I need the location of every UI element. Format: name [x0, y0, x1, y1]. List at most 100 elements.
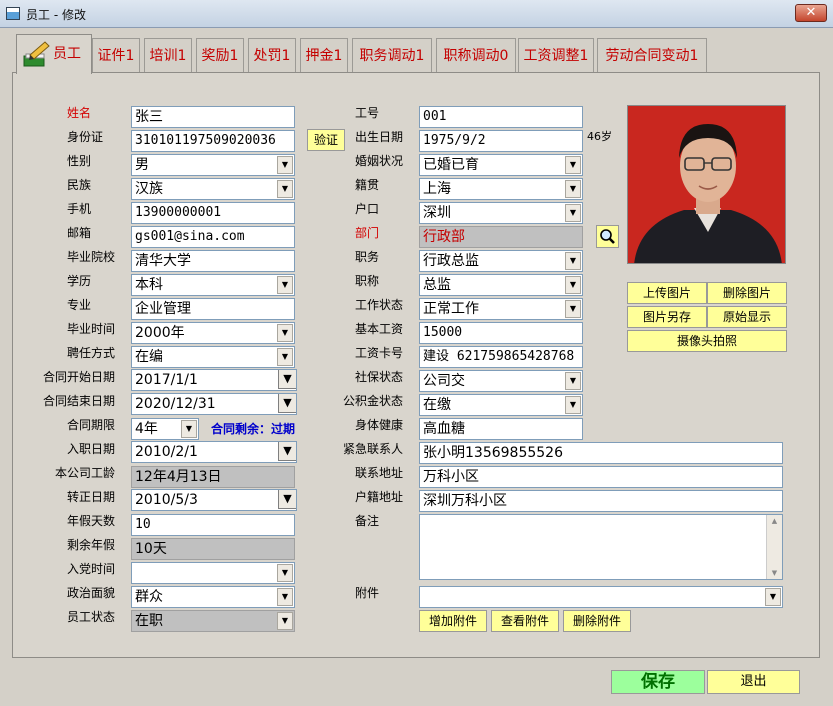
label-birth-date: 出生日期 [355, 130, 404, 144]
department-lookup-button[interactable] [596, 225, 619, 248]
native-place-select[interactable]: 上海 ▼ [419, 178, 583, 200]
hukou-value: 深圳 [423, 205, 451, 221]
regular-date-picker[interactable]: 2010/5/3 ▼ [131, 489, 297, 511]
upload-photo-button[interactable]: 上传图片 [627, 282, 707, 304]
tab-training[interactable]: 培训1 [144, 38, 192, 73]
base-salary-input[interactable]: 15000 [419, 322, 583, 344]
social-security-value: 公司交 [423, 373, 465, 389]
chevron-down-icon[interactable]: ▼ [277, 324, 293, 342]
chevron-down-icon[interactable]: ▼ [278, 442, 296, 461]
chevron-down-icon[interactable]: ▼ [565, 372, 581, 390]
remarks-scrollbar[interactable]: ▲ ▼ [766, 515, 782, 579]
title-select[interactable]: 总监 ▼ [419, 274, 583, 296]
chevron-down-icon[interactable]: ▼ [278, 394, 296, 413]
chevron-down-icon[interactable]: ▼ [278, 490, 296, 509]
tab-salary-adjust[interactable]: 工资调整1 [518, 38, 594, 73]
chevron-down-icon[interactable]: ▼ [277, 588, 293, 606]
contract-start-value: 2017/1/1 [135, 372, 198, 388]
chevron-down-icon[interactable]: ▼ [565, 204, 581, 222]
chevron-down-icon[interactable]: ▼ [277, 180, 293, 198]
employee-portrait-image [628, 106, 785, 263]
housing-fund-select[interactable]: 在缴 ▼ [419, 394, 583, 416]
grad-time-select[interactable]: 2000年 ▼ [131, 322, 295, 344]
mobile-input[interactable]: 13900000001 [131, 202, 295, 224]
regular-date-value: 2010/5/3 [135, 492, 198, 508]
label-contract-term: 合同期限 [67, 418, 116, 432]
work-status-select[interactable]: 正常工作 ▼ [419, 298, 583, 320]
contract-start-date-picker[interactable]: 2017/1/1 ▼ [131, 369, 297, 391]
social-security-select[interactable]: 公司交 ▼ [419, 370, 583, 392]
chevron-down-icon[interactable]: ▼ [181, 420, 197, 438]
camera-capture-button[interactable]: 摄像头拍照 [627, 330, 787, 352]
hukou-select[interactable]: 深圳 ▼ [419, 202, 583, 224]
chevron-down-icon[interactable]: ▼ [278, 370, 296, 389]
verify-button[interactable]: 验证 [307, 129, 345, 151]
chevron-down-icon[interactable]: ▼ [277, 276, 293, 294]
school-input[interactable]: 清华大学 [131, 250, 295, 272]
remaining-leave-readonly: 10天 [131, 538, 295, 560]
tab-employee[interactable]: 员工 [16, 34, 92, 74]
tab-rewards[interactable]: 奖励1 [196, 38, 244, 73]
tab-position-transfer[interactable]: 职务调动1 [352, 38, 432, 73]
exit-button[interactable]: 退出 [707, 670, 800, 694]
chevron-down-icon[interactable]: ▼ [565, 276, 581, 294]
label-title: 职称 [355, 274, 380, 288]
original-display-button[interactable]: 原始显示 [707, 306, 787, 328]
tab-penalties[interactable]: 处罚1 [248, 38, 296, 73]
chevron-down-icon[interactable]: ▼ [277, 612, 293, 630]
hire-mode-select[interactable]: 在编 ▼ [131, 346, 295, 368]
political-select[interactable]: 群众 ▼ [131, 586, 295, 608]
id-card-input[interactable]: 310101197509020036 [131, 130, 295, 152]
position-select[interactable]: 行政总监 ▼ [419, 250, 583, 272]
chevron-down-icon[interactable]: ▼ [765, 588, 781, 606]
name-input[interactable]: 张三 [131, 106, 295, 128]
chevron-down-icon[interactable]: ▼ [565, 396, 581, 414]
address-input[interactable]: 万科小区 [419, 466, 783, 488]
major-input[interactable]: 企业管理 [131, 298, 295, 320]
health-input[interactable]: 高血糖 [419, 418, 583, 440]
save-button[interactable]: 保存 [611, 670, 705, 694]
delete-photo-button[interactable]: 删除图片 [707, 282, 787, 304]
marital-select[interactable]: 已婚已育 ▼ [419, 154, 583, 176]
delete-attachment-button[interactable]: 删除附件 [563, 610, 631, 632]
save-photo-as-button[interactable]: 图片另存 [627, 306, 707, 328]
emp-no-input[interactable]: 001 [419, 106, 583, 128]
tab-contract-change[interactable]: 劳动合同变动1 [597, 38, 707, 73]
add-attachment-button[interactable]: 增加附件 [419, 610, 487, 632]
scroll-up-icon[interactable]: ▲ [767, 515, 782, 527]
attachment-select[interactable]: ▼ [419, 586, 783, 608]
annual-leave-input[interactable]: 10 [131, 514, 295, 536]
email-input[interactable]: gs001@sina.com [131, 226, 295, 248]
status-select[interactable]: 在职 ▼ [131, 610, 295, 632]
emergency-contact-input[interactable]: 张小明13569855526 [419, 442, 783, 464]
chevron-down-icon[interactable]: ▼ [277, 564, 293, 582]
label-political: 政治面貌 [67, 586, 116, 600]
chevron-down-icon[interactable]: ▼ [277, 156, 293, 174]
tab-certificates[interactable]: 证件1 [92, 38, 140, 73]
seniority-readonly: 12年4月13日 [131, 466, 295, 488]
gender-select[interactable]: 男 ▼ [131, 154, 295, 176]
chevron-down-icon[interactable]: ▼ [565, 300, 581, 318]
education-value: 本科 [135, 277, 163, 293]
remarks-textarea[interactable]: ▲ ▼ [419, 514, 783, 580]
view-attachment-button[interactable]: 查看附件 [491, 610, 559, 632]
education-select[interactable]: 本科 ▼ [131, 274, 295, 296]
registered-address-input[interactable]: 深圳万科小区 [419, 490, 783, 512]
party-time-select[interactable]: ▼ [131, 562, 295, 584]
marital-value: 已婚已育 [423, 157, 479, 173]
chevron-down-icon[interactable]: ▼ [277, 348, 293, 366]
birth-date-input[interactable]: 1975/9/2 [419, 130, 583, 152]
contract-end-date-picker[interactable]: 2020/12/31 ▼ [131, 393, 297, 415]
close-button[interactable]: ✕ [795, 4, 827, 22]
tab-title-transfer[interactable]: 职称调动0 [436, 38, 516, 73]
contract-term-select[interactable]: 4年 ▼ [131, 418, 199, 440]
chevron-down-icon[interactable]: ▼ [565, 156, 581, 174]
join-date-picker[interactable]: 2010/2/1 ▼ [131, 441, 297, 463]
chevron-down-icon[interactable]: ▼ [565, 252, 581, 270]
salary-card-input[interactable]: 建设 621759865428768 [419, 346, 583, 368]
chevron-down-icon[interactable]: ▼ [565, 180, 581, 198]
tab-deposit[interactable]: 押金1 [300, 38, 348, 73]
ethnicity-select[interactable]: 汉族 ▼ [131, 178, 295, 200]
scroll-down-icon[interactable]: ▼ [767, 567, 782, 579]
label-hukou: 户口 [355, 202, 380, 216]
